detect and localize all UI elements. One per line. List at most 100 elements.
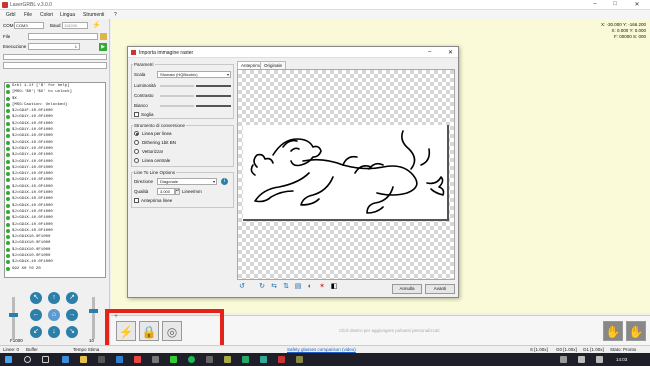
menu-help[interactable]: ?: [114, 12, 117, 18]
bianco-slider[interactable]: [196, 105, 231, 107]
anteprima-linee-checkbox[interactable]: [134, 198, 139, 203]
dialog-app-icon: [131, 50, 136, 55]
flip-vertical-icon[interactable]: ⇅: [282, 283, 290, 291]
status-time: Tempo Stima: [73, 347, 100, 352]
chrome-icon[interactable]: [134, 356, 141, 363]
mail-icon[interactable]: [116, 356, 123, 363]
contrasto-slider[interactable]: [196, 95, 231, 97]
app-icon-1[interactable]: [152, 356, 159, 363]
app-icon-5[interactable]: [242, 356, 249, 363]
jog-speed-label: F1000: [10, 338, 23, 343]
clock: 14:03: [616, 357, 628, 362]
app-icon-4[interactable]: [224, 356, 231, 363]
direzione-select[interactable]: Diagonale ▾: [157, 178, 217, 185]
console-log[interactable]: Grbl 1.1f ['$' for help] [MSG:'$H'|'$X' t…: [4, 82, 106, 278]
volume-icon[interactable]: [596, 356, 603, 363]
qualita-unit: Linee/mm: [182, 189, 202, 194]
lasergrbl-taskbar-icon[interactable]: [278, 356, 285, 363]
image-preview[interactable]: [237, 69, 455, 280]
pause-button[interactable]: ✋: [626, 321, 646, 341]
jog-up-button[interactable]: ↑: [48, 292, 60, 304]
store-icon[interactable]: [98, 356, 105, 363]
next-button[interactable]: Avanti: [425, 284, 455, 294]
radio-linea-centrale-label: Linea centrale: [142, 158, 171, 163]
status-g0-override[interactable]: G0 [1.00x]: [556, 347, 577, 352]
menu-file[interactable]: File: [24, 12, 32, 18]
cancel-button[interactable]: Annulla: [392, 284, 422, 294]
jog-home-button[interactable]: ⌂: [48, 309, 60, 321]
status-s-override[interactable]: S [1.00x]: [530, 347, 548, 352]
qualita-input[interactable]: 3.000: [157, 188, 175, 195]
com-select[interactable]: COM3: [14, 22, 44, 29]
jog-step-slider[interactable]: [89, 297, 98, 339]
close-button[interactable]: ✕: [627, 1, 647, 8]
app-icon-6[interactable]: [260, 356, 267, 363]
radio-linea-centrale[interactable]: [134, 158, 139, 163]
app-icon-7[interactable]: [296, 356, 303, 363]
soglia-checkbox[interactable]: [134, 112, 139, 117]
play-icon[interactable]: ▶: [99, 43, 107, 51]
exec-count-field[interactable]: 1: [28, 43, 80, 50]
baud-select[interactable]: 115200: [62, 22, 88, 29]
wifi-icon[interactable]: [578, 356, 585, 363]
menu-bar: Grbl File Colori Lingua Strumenti ?: [0, 10, 650, 19]
task-view-icon[interactable]: [42, 356, 49, 363]
edge-icon[interactable]: [62, 356, 69, 363]
menu-lingua[interactable]: Lingua: [60, 12, 75, 18]
highlight-box: [105, 309, 224, 350]
windows-start-icon[interactable]: [5, 356, 12, 363]
menu-colori[interactable]: Colori: [40, 12, 53, 18]
app-icon-3[interactable]: [206, 356, 213, 363]
menu-strumenti[interactable]: Strumenti: [83, 12, 104, 18]
stop-button[interactable]: ✋: [603, 321, 623, 341]
info-icon[interactable]: i: [221, 178, 228, 185]
jog-down-button[interactable]: ↓: [48, 326, 60, 338]
menu-grbl[interactable]: Grbl: [6, 12, 15, 18]
dialog-close-button[interactable]: ✕: [448, 49, 453, 56]
exec-label: Esecuzione: [3, 44, 27, 49]
safety-link[interactable]: Safety glasses comparison (video): [287, 347, 356, 352]
jog-right-button[interactable]: →: [66, 309, 78, 321]
rotate-right-icon[interactable]: ↻: [258, 283, 266, 291]
tab-originale[interactable]: Originale: [260, 61, 287, 69]
radio-linea-per-linea-label: Linea per linea: [142, 131, 172, 136]
crop-icon[interactable]: ▤: [294, 283, 302, 291]
maximize-button[interactable]: □: [605, 1, 625, 7]
jog-up-left-button[interactable]: ↖: [30, 292, 42, 304]
qualita-value: 3.000: [160, 189, 171, 194]
jog-down-right-button[interactable]: ↘: [66, 326, 78, 338]
command-input[interactable]: [3, 62, 107, 69]
jog-left-button[interactable]: ←: [30, 309, 42, 321]
luminosita-slider[interactable]: [196, 85, 231, 87]
custom-buttons-hint: Click destro per aggiungere pulsanti per…: [339, 328, 440, 333]
app-logo-icon: [2, 2, 8, 8]
black-white-icon[interactable]: ◧: [330, 283, 338, 291]
spotify-icon[interactable]: [188, 356, 195, 363]
magic-wand-icon[interactable]: ✶: [318, 283, 326, 291]
radio-linea-per-linea[interactable]: [134, 131, 139, 136]
file-field[interactable]: [28, 33, 98, 40]
radio-dithering-label: Dithering 1bit BN: [142, 140, 177, 145]
strumento-title: Strumento di conversione: [133, 123, 187, 128]
open-file-icon[interactable]: [100, 33, 107, 40]
qualita-stepper-icon[interactable]: ▴▾: [175, 188, 180, 195]
minimize-button[interactable]: –: [585, 1, 605, 7]
invert-icon[interactable]: ◐: [306, 283, 314, 291]
contrasto-track: [160, 95, 194, 97]
search-icon[interactable]: [24, 356, 31, 363]
app-icon-2[interactable]: [170, 356, 177, 363]
scala-select[interactable]: Sfumato (HQBicubic) ▾: [157, 71, 231, 78]
tray-icon-1[interactable]: [560, 356, 567, 363]
flip-horizontal-icon[interactable]: ⇆: [270, 283, 278, 291]
dialog-minimize-button[interactable]: –: [428, 49, 431, 55]
jog-down-left-button[interactable]: ↙: [30, 326, 42, 338]
explorer-icon[interactable]: [80, 356, 87, 363]
jog-speed-slider[interactable]: [9, 297, 18, 339]
rotate-left-icon[interactable]: ↺: [238, 283, 246, 291]
radio-vettorizza[interactable]: [134, 149, 139, 154]
connect-icon[interactable]: ⚡: [92, 21, 102, 30]
chevron-down-icon: ▾: [212, 179, 215, 184]
status-g1-override[interactable]: G1 [1.00x]: [583, 347, 604, 352]
radio-dithering[interactable]: [134, 140, 139, 145]
jog-up-right-button[interactable]: ↗: [66, 292, 78, 304]
